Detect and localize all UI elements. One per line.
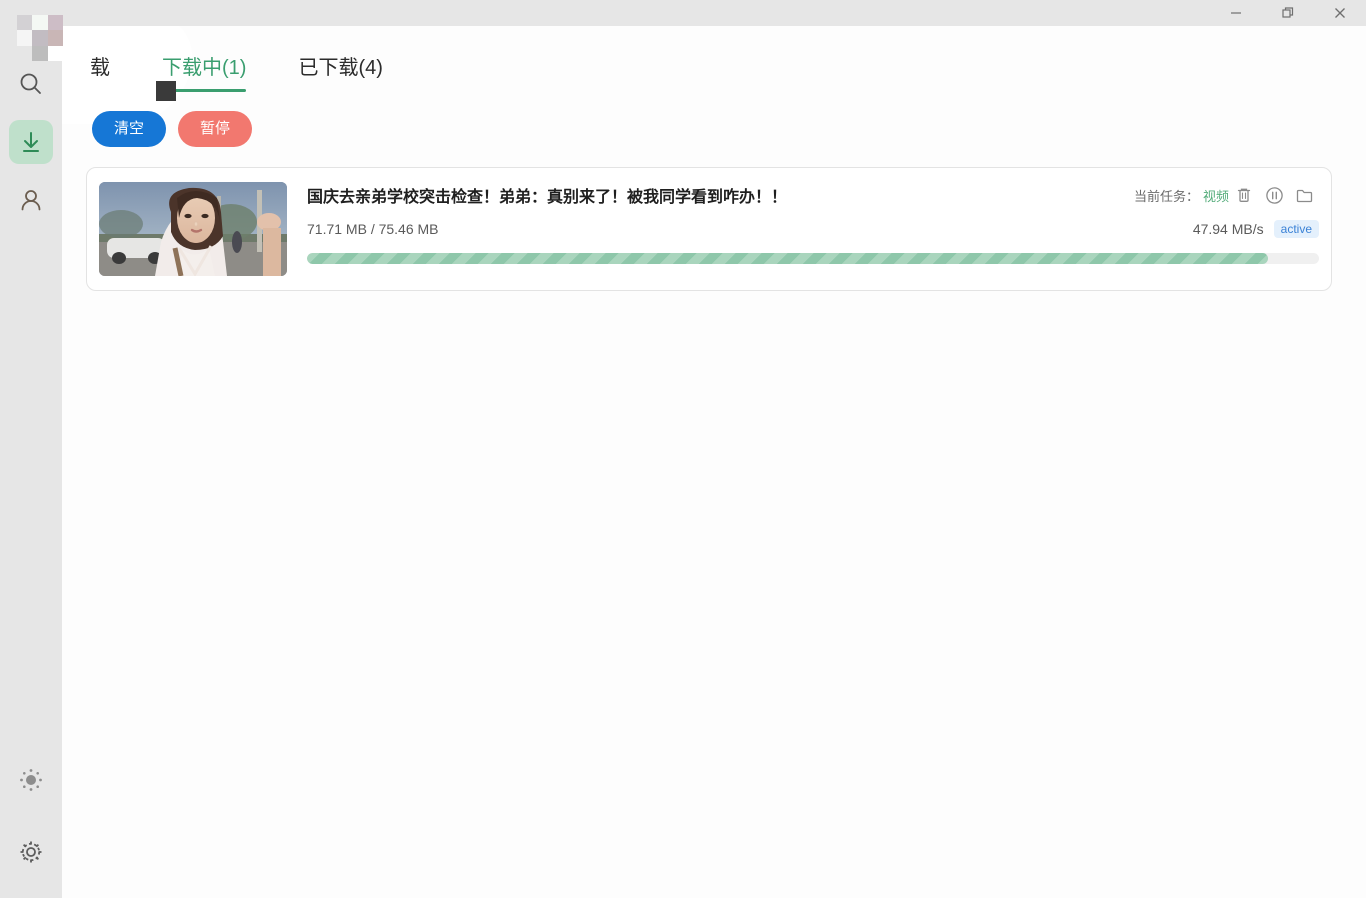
clear-button[interactable]: 清空 bbox=[92, 111, 167, 147]
delete-button[interactable] bbox=[1229, 183, 1259, 207]
sidebar-bottom-group bbox=[9, 758, 53, 882]
sidebar bbox=[0, 0, 62, 898]
progress-bar-track bbox=[307, 253, 1319, 264]
mosaic-cell bbox=[47, 45, 63, 61]
sidebar-item-user[interactable] bbox=[9, 178, 53, 222]
download-item-header: 国庆去亲弟学校突击检查！弟弟：真别来了！被我同学看到咋办！！ 当前任务： 视频 bbox=[307, 182, 1319, 208]
download-title: 国庆去亲弟学校突击检查！弟弟：真别来了！被我同学看到咋办！！ bbox=[307, 189, 788, 206]
sidebar-item-search[interactable] bbox=[9, 62, 53, 106]
mosaic-cell bbox=[17, 30, 33, 46]
download-speed: 47.94 MB/s bbox=[1192, 221, 1264, 237]
user-icon bbox=[21, 190, 41, 211]
download-item-body: 国庆去亲弟学校突击检查！弟弟：真别来了！被我同学看到咋办！！ 当前任务： 视频 bbox=[307, 182, 1319, 276]
mosaic-cell bbox=[32, 15, 48, 31]
settings-gear-icon bbox=[20, 841, 42, 863]
current-task-value: 视频 bbox=[1202, 188, 1229, 204]
mosaic-cell bbox=[32, 45, 48, 61]
search-icon bbox=[20, 73, 41, 94]
sidebar-top-group bbox=[9, 62, 53, 230]
tab-downloaded[interactable]: 已下载(4) bbox=[298, 54, 382, 92]
window-controls bbox=[1210, 0, 1366, 26]
current-task-label: 当前任务： bbox=[1133, 188, 1199, 204]
minimize-button[interactable] bbox=[1210, 0, 1262, 26]
download-speed-group: 47.94 MB/s active bbox=[1193, 220, 1319, 238]
pause-circle-icon bbox=[1265, 186, 1283, 204]
download-icon bbox=[23, 132, 39, 152]
mosaic-cell bbox=[17, 45, 33, 61]
folder-icon bbox=[1296, 189, 1312, 202]
mosaic-cell bbox=[47, 15, 63, 31]
close-button[interactable] bbox=[1314, 0, 1366, 26]
pause-button[interactable] bbox=[1259, 183, 1289, 207]
close-icon bbox=[1335, 8, 1345, 18]
download-task-info: 当前任务： 视频 bbox=[1134, 183, 1319, 207]
main-content: 载 下载中(1) 已下载(4) 清空 暂停 国庆去亲弟学校突击检查！弟弟：真别来… bbox=[62, 16, 1366, 898]
tab-new-download[interactable]: 载 bbox=[90, 54, 110, 92]
sidebar-item-settings[interactable] bbox=[9, 830, 53, 874]
status-badge: active bbox=[1273, 220, 1319, 238]
trash-icon bbox=[1237, 188, 1251, 202]
tab-bar: 载 下载中(1) 已下载(4) bbox=[90, 46, 435, 92]
title-bar bbox=[0, 0, 1366, 26]
mosaic-cell bbox=[32, 30, 48, 46]
blurred-logo-mosaic bbox=[17, 15, 63, 61]
mosaic-cell bbox=[47, 30, 63, 46]
restore-icon bbox=[1282, 7, 1294, 18]
thumbnail-image bbox=[99, 182, 287, 276]
sidebar-item-brightness[interactable] bbox=[9, 758, 53, 802]
download-size-text: 71.71 MB / 75.46 MB bbox=[307, 221, 439, 237]
minimize-icon bbox=[1231, 12, 1241, 14]
brightness-icon bbox=[20, 769, 42, 791]
occluder-square bbox=[156, 81, 176, 101]
pause-all-button[interactable]: 暂停 bbox=[178, 111, 253, 147]
restore-button[interactable] bbox=[1262, 0, 1314, 26]
download-item-stats: 71.71 MB / 75.46 MB 47.94 MB/s active bbox=[307, 218, 1319, 240]
sidebar-item-downloads[interactable] bbox=[9, 120, 53, 164]
progress-bar-fill bbox=[307, 253, 1269, 264]
open-folder-button[interactable] bbox=[1289, 183, 1319, 207]
action-button-group: 清空 暂停 bbox=[92, 111, 253, 147]
video-thumbnail[interactable] bbox=[99, 182, 287, 276]
mosaic-cell bbox=[17, 15, 33, 31]
app-window: 载 下载中(1) 已下载(4) 清空 暂停 国庆去亲弟学校突击检查！弟弟：真别来… bbox=[0, 0, 1366, 898]
download-item-card[interactable]: 国庆去亲弟学校突击检查！弟弟：真别来了！被我同学看到咋办！！ 当前任务： 视频 bbox=[86, 167, 1332, 291]
